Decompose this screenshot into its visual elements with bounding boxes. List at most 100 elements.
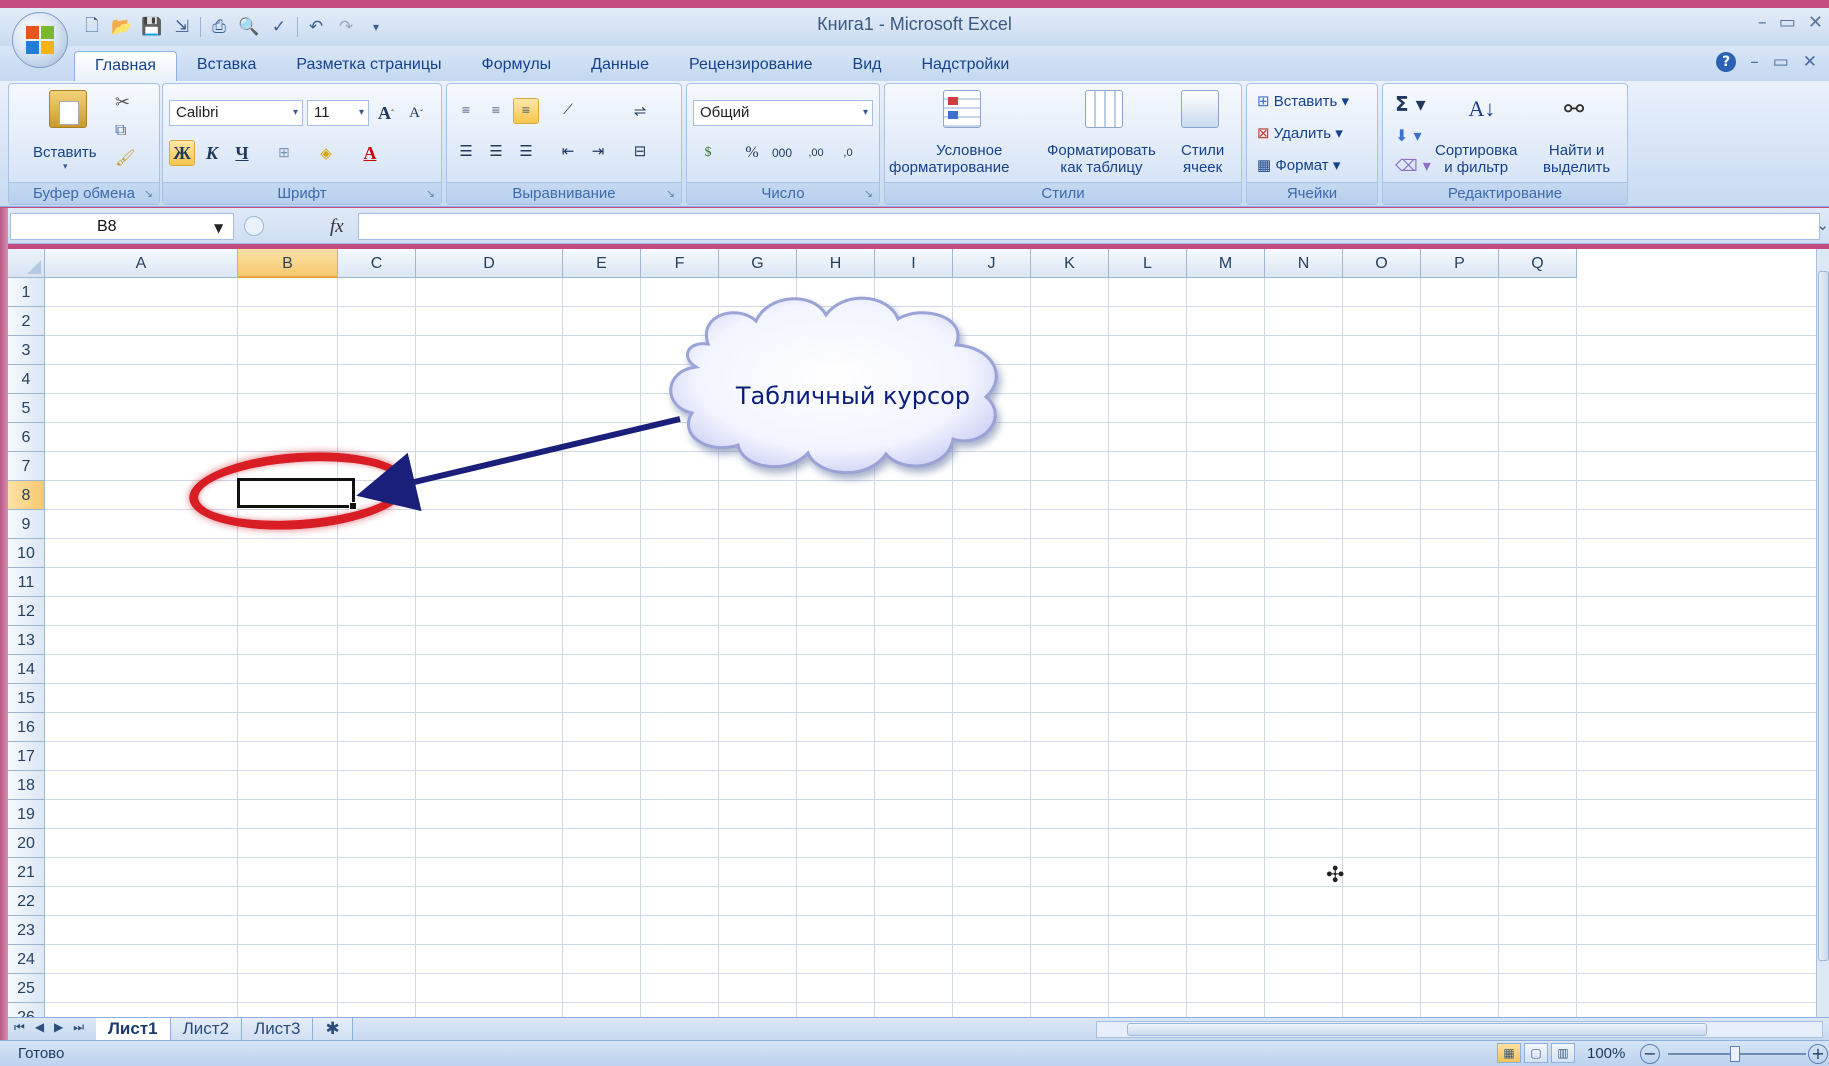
find-select-button[interactable]: Найти и выделить — [1543, 142, 1610, 176]
horizontal-scroll-thumb[interactable] — [1127, 1023, 1707, 1036]
autosum-icon[interactable]: Σ ▾ — [1395, 92, 1426, 116]
dialog-launcher-icon[interactable]: ↘ — [426, 187, 435, 200]
tab-page-layout[interactable]: Разметка страницы — [276, 51, 461, 81]
first-sheet-icon[interactable]: ⏮ — [14, 1020, 25, 1035]
wrap-text-icon[interactable]: ⇌ — [627, 98, 653, 124]
last-sheet-icon[interactable]: ⏭ — [73, 1020, 84, 1035]
dialog-launcher-icon[interactable]: ↘ — [666, 187, 675, 200]
ribbon-restore-icon[interactable]: ▭ — [1773, 52, 1789, 72]
group-label-editing: Редактирование — [1383, 182, 1627, 204]
clear-icon[interactable]: ⌫ ▾ — [1395, 156, 1431, 175]
align-middle-icon[interactable]: ≡ — [483, 98, 509, 124]
fill-icon[interactable]: ⬇ ▾ — [1395, 126, 1422, 145]
sheet-tab-1[interactable]: Лист1 — [96, 1018, 171, 1040]
cell-styles-button[interactable]: Стили ячеек — [1181, 142, 1224, 176]
conditional-formatting-button[interactable]: Условное форматирование — [889, 142, 1009, 176]
restore-icon[interactable]: ▭ — [1779, 12, 1796, 33]
format-as-table-button[interactable]: Форматировать как таблицу — [1047, 142, 1156, 176]
bold-button[interactable]: Ж — [169, 140, 195, 166]
prev-sheet-icon[interactable]: ◀ — [35, 1020, 44, 1035]
tab-formulas[interactable]: Формулы — [462, 51, 572, 81]
vertical-scroll-thumb[interactable] — [1818, 271, 1829, 961]
close-icon[interactable]: ✕ — [1808, 12, 1823, 33]
insert-function-icon[interactable]: fx — [330, 216, 344, 238]
cell-styles-icon[interactable] — [1181, 90, 1219, 128]
insert-cells-button[interactable]: ⊞ Вставить ▾ — [1257, 92, 1349, 110]
tab-insert[interactable]: Вставка — [177, 51, 276, 81]
paste-dropdown-icon[interactable]: ▾ — [63, 162, 68, 172]
decrease-indent-icon[interactable]: ⇤ — [555, 138, 581, 164]
shrink-font-icon[interactable]: Aˇ — [403, 100, 429, 126]
ribbon-minimize-icon[interactable]: – — [1750, 52, 1759, 72]
insert-sheet-icon[interactable]: ✱ — [313, 1018, 353, 1040]
binoculars-icon[interactable]: ⚯ — [1555, 90, 1593, 128]
borders-icon[interactable]: ⊞ — [271, 140, 297, 166]
font-size-select[interactable]: 11 ▾ — [307, 100, 369, 126]
format-painter-icon[interactable]: 🖌 — [115, 148, 135, 167]
comma-style-button[interactable]: 000 — [769, 140, 795, 166]
align-center-icon[interactable]: ☰ — [483, 138, 509, 164]
formula-input[interactable] — [358, 213, 1820, 240]
conditional-formatting-icon[interactable] — [943, 90, 981, 128]
paste-icon[interactable] — [49, 90, 87, 128]
tab-view[interactable]: Вид — [833, 51, 902, 81]
group-label-alignment: Выравнивание — [447, 182, 681, 204]
next-sheet-icon[interactable]: ▶ — [54, 1020, 63, 1035]
normal-view-icon[interactable]: ▦ — [1497, 1043, 1521, 1063]
group-styles: Условное форматирование Форматировать ка… — [884, 83, 1242, 205]
grow-font-icon[interactable]: Aˆ — [373, 100, 399, 126]
sort-filter-icon[interactable]: A↓ — [1463, 90, 1501, 128]
decrease-decimal-button[interactable]: ,0 — [835, 140, 861, 166]
align-right-icon[interactable]: ☰ — [513, 138, 539, 164]
zoom-in-icon[interactable]: + — [1808, 1044, 1828, 1064]
orientation-icon[interactable]: ⟋ — [555, 98, 581, 124]
tab-review[interactable]: Рецензирование — [669, 51, 833, 81]
percent-style-button[interactable]: % — [739, 140, 765, 166]
dialog-launcher-icon[interactable]: ↘ — [144, 187, 153, 200]
format-cells-button[interactable]: ▦ Формат ▾ — [1257, 156, 1340, 174]
page-break-view-icon[interactable]: ▥ — [1551, 1043, 1575, 1063]
chevron-down-icon[interactable]: ▼ — [214, 221, 223, 235]
delete-cells-button[interactable]: ⊠ Удалить ▾ — [1257, 124, 1343, 142]
page-layout-view-icon[interactable]: ▢ — [1524, 1043, 1548, 1063]
increase-decimal-button[interactable]: ,00 — [803, 140, 829, 166]
group-label-number: Число — [687, 182, 879, 204]
copy-icon[interactable]: ⧉ — [115, 120, 126, 140]
number-format-select[interactable]: Общий ▾ — [693, 100, 873, 126]
cut-icon[interactable]: ✂ — [115, 92, 130, 113]
italic-button[interactable]: К — [199, 140, 225, 166]
format-as-table-icon[interactable] — [1085, 90, 1123, 128]
underline-button[interactable]: Ч — [229, 140, 255, 166]
group-number: Общий ▾ $ % 000 ,00 ,0 Число ↘ — [686, 83, 880, 205]
align-bottom-icon[interactable]: ≡ — [513, 98, 539, 124]
tab-addins[interactable]: Надстройки — [901, 51, 1029, 81]
zoom-slider-thumb[interactable] — [1730, 1046, 1740, 1062]
zoom-level[interactable]: 100% — [1587, 1045, 1625, 1062]
office-button[interactable] — [12, 12, 68, 68]
tab-data[interactable]: Данные — [571, 51, 669, 81]
fill-color-icon[interactable]: ◈ — [313, 140, 339, 166]
currency-format-icon[interactable]: $ — [695, 140, 721, 166]
sort-filter-button[interactable]: Сортировка и фильтр — [1435, 142, 1517, 176]
help-icon[interactable]: ? — [1716, 52, 1737, 72]
paste-button[interactable]: Вставить — [33, 144, 97, 161]
align-top-icon[interactable]: ≡ — [453, 98, 479, 124]
vertical-scrollbar[interactable] — [1816, 249, 1829, 1017]
font-family-select[interactable]: Calibri ▾ — [169, 100, 303, 126]
horizontal-scrollbar[interactable] — [1096, 1021, 1823, 1038]
formula-cancel-icon[interactable] — [244, 216, 264, 236]
sheet-tab-3[interactable]: Лист3 — [242, 1018, 314, 1040]
dialog-launcher-icon[interactable]: ↘ — [864, 187, 873, 200]
minimize-icon[interactable]: – — [1758, 12, 1767, 33]
merge-center-icon[interactable]: ⊟ — [627, 138, 653, 164]
align-left-icon[interactable]: ☰ — [453, 138, 479, 164]
zoom-out-icon[interactable]: − — [1640, 1044, 1660, 1064]
increase-indent-icon[interactable]: ⇥ — [585, 138, 611, 164]
name-box[interactable]: B8 — [10, 213, 234, 240]
font-color-icon[interactable]: A — [357, 140, 383, 166]
worksheet-grid[interactable]: ABCDEFGHIJKLMNOPQ 1 2 3 4 5 6 7 8 9 10 11 12 13 14 15 1… — [8, 249, 1816, 1017]
sheet-tab-2[interactable]: Лист2 — [170, 1018, 243, 1040]
tab-home[interactable]: Главная — [74, 51, 177, 81]
ribbon-close-icon[interactable]: ✕ — [1803, 52, 1817, 72]
expand-formula-bar-icon[interactable]: ⌄ — [1816, 216, 1829, 234]
